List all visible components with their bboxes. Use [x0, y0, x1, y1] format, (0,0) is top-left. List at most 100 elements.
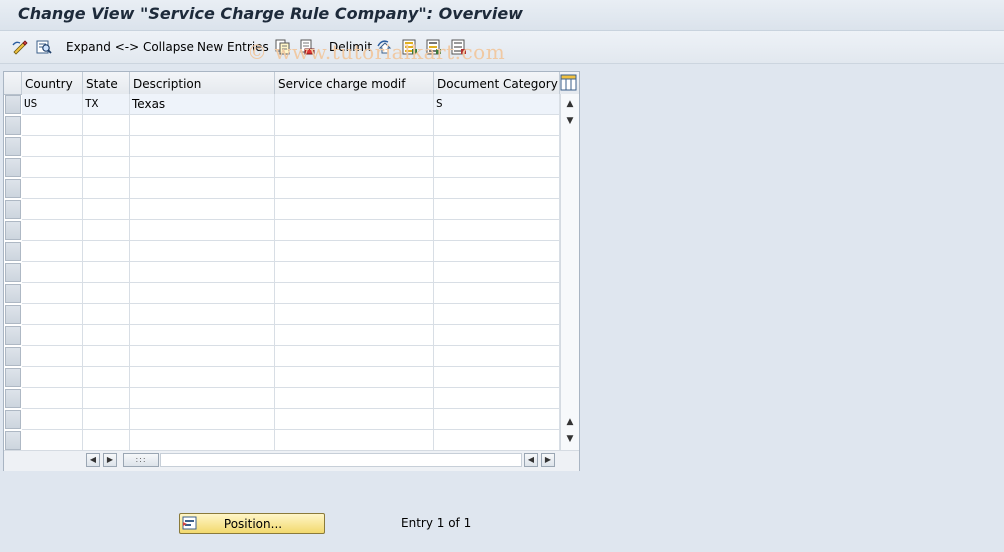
table-row[interactable] — [4, 388, 560, 409]
scroll-far-right-icon[interactable]: ▶ — [541, 453, 555, 467]
vertical-scrollbar[interactable]: ▲ ▼ ▲ ▼ — [560, 94, 579, 450]
country-cell[interactable] — [22, 388, 83, 409]
document-category-cell[interactable] — [434, 262, 560, 283]
scroll-page-up-icon[interactable]: ▲ — [562, 414, 578, 430]
service-charge-modif-cell[interactable] — [275, 430, 434, 451]
state-cell[interactable] — [83, 220, 130, 241]
service-charge-modif-cell[interactable] — [275, 220, 434, 241]
scroll-track[interactable] — [160, 453, 522, 467]
position-button[interactable]: Position... — [179, 513, 325, 534]
change-display-icon[interactable] — [12, 38, 28, 56]
service-charge-modif-cell[interactable] — [275, 199, 434, 220]
expand-collapse-button[interactable]: Expand <-> Collapse — [66, 38, 194, 56]
table-row[interactable] — [4, 325, 560, 346]
description-cell[interactable] — [130, 220, 275, 241]
document-category-cell[interactable] — [434, 157, 560, 178]
state-cell[interactable] — [83, 346, 130, 367]
document-category-cell[interactable] — [434, 388, 560, 409]
row-selector[interactable] — [5, 410, 21, 429]
table-row[interactable] — [4, 367, 560, 388]
service-charge-modif-cell[interactable] — [275, 178, 434, 199]
state-cell[interactable] — [83, 136, 130, 157]
scroll-far-left-icon[interactable]: ◀ — [524, 453, 538, 467]
country-cell[interactable] — [22, 430, 83, 451]
description-cell[interactable] — [130, 283, 275, 304]
state-cell[interactable] — [83, 178, 130, 199]
row-selector[interactable] — [5, 179, 21, 198]
country-cell[interactable] — [22, 199, 83, 220]
country-cell[interactable]: US — [22, 94, 83, 115]
description-cell[interactable] — [130, 304, 275, 325]
country-cell[interactable] — [22, 346, 83, 367]
row-selector[interactable] — [5, 116, 21, 135]
country-cell[interactable] — [22, 157, 83, 178]
service-charge-modif-cell[interactable] — [275, 325, 434, 346]
country-cell[interactable] — [22, 325, 83, 346]
description-cell[interactable] — [130, 241, 275, 262]
service-charge-modif-cell[interactable] — [275, 157, 434, 178]
country-cell[interactable] — [22, 220, 83, 241]
state-cell[interactable] — [83, 115, 130, 136]
service-charge-modif-cell[interactable] — [275, 94, 434, 115]
state-cell[interactable] — [83, 388, 130, 409]
details-icon[interactable] — [36, 38, 52, 56]
description-cell[interactable] — [130, 325, 275, 346]
description-cell[interactable] — [130, 346, 275, 367]
country-cell[interactable] — [22, 262, 83, 283]
scroll-right-icon[interactable]: ▶ — [103, 453, 117, 467]
select-all-rows-corner[interactable] — [4, 72, 22, 94]
row-selector[interactable] — [5, 200, 21, 219]
document-category-cell[interactable] — [434, 325, 560, 346]
description-cell[interactable] — [130, 199, 275, 220]
document-category-cell[interactable] — [434, 199, 560, 220]
row-selector[interactable] — [5, 284, 21, 303]
document-category-cell[interactable] — [434, 346, 560, 367]
table-settings-icon[interactable] — [560, 74, 577, 91]
scroll-left-icon[interactable]: ◀ — [86, 453, 100, 467]
row-selector[interactable] — [5, 305, 21, 324]
description-cell[interactable] — [130, 136, 275, 157]
description-cell[interactable] — [130, 178, 275, 199]
row-selector[interactable] — [5, 137, 21, 156]
table-row[interactable] — [4, 157, 560, 178]
document-category-cell[interactable] — [434, 178, 560, 199]
document-category-cell[interactable]: S — [434, 94, 560, 115]
state-cell[interactable] — [83, 325, 130, 346]
table-row[interactable] — [4, 115, 560, 136]
service-charge-modif-cell[interactable] — [275, 136, 434, 157]
row-selector[interactable] — [5, 221, 21, 240]
state-cell[interactable] — [83, 241, 130, 262]
country-cell[interactable] — [22, 136, 83, 157]
table-row[interactable] — [4, 136, 560, 157]
table-row[interactable] — [4, 283, 560, 304]
description-cell[interactable] — [130, 262, 275, 283]
delete-icon[interactable] — [299, 38, 315, 56]
description-cell[interactable] — [130, 367, 275, 388]
description-cell[interactable] — [130, 409, 275, 430]
table-row[interactable] — [4, 178, 560, 199]
country-cell[interactable] — [22, 115, 83, 136]
select-all-icon[interactable] — [402, 38, 418, 56]
document-category-cell[interactable] — [434, 409, 560, 430]
service-charge-modif-cell[interactable] — [275, 304, 434, 325]
document-category-cell[interactable] — [434, 115, 560, 136]
state-cell[interactable] — [83, 304, 130, 325]
table-row[interactable] — [4, 220, 560, 241]
scroll-thumb[interactable]: ::: — [123, 453, 159, 467]
service-charge-modif-cell[interactable] — [275, 388, 434, 409]
table-row[interactable] — [4, 409, 560, 430]
country-cell[interactable] — [22, 304, 83, 325]
row-selector[interactable] — [5, 326, 21, 345]
state-cell[interactable] — [83, 283, 130, 304]
table-row[interactable] — [4, 199, 560, 220]
state-cell[interactable] — [83, 430, 130, 451]
row-selector[interactable] — [5, 431, 21, 450]
document-category-cell[interactable] — [434, 220, 560, 241]
description-cell[interactable]: Texas — [130, 94, 275, 115]
description-cell[interactable] — [130, 115, 275, 136]
row-selector[interactable] — [5, 389, 21, 408]
service-charge-modif-cell[interactable] — [275, 346, 434, 367]
state-cell[interactable] — [83, 199, 130, 220]
column-header-country[interactable]: Country — [22, 72, 83, 94]
country-cell[interactable] — [22, 409, 83, 430]
